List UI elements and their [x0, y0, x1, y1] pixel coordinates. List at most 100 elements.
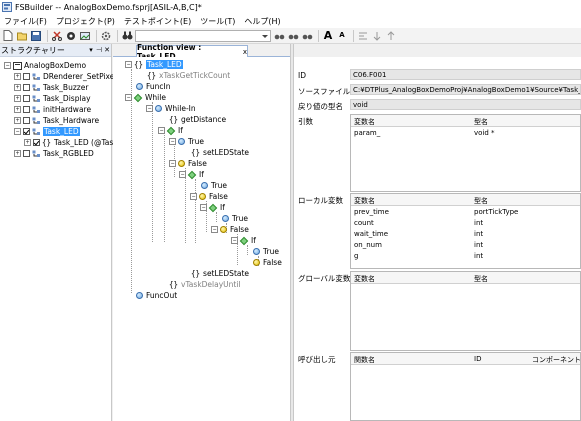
collapse-toggle-icon[interactable]: −: [14, 128, 21, 135]
menu-help[interactable]: ヘルプ(H): [244, 16, 280, 27]
id-field[interactable]: C06.F001: [350, 69, 581, 80]
collapse-icon[interactable]: [385, 30, 397, 42]
search-combo[interactable]: [135, 29, 271, 42]
fv-node-if-3[interactable]: − If: [200, 202, 225, 213]
callers-grid[interactable]: 関数名 ID コンポーネント: [350, 352, 581, 421]
checkbox[interactable]: [23, 106, 30, 113]
find-previous-icon[interactable]: [273, 30, 285, 42]
tree-item-task-rgbled[interactable]: + Task_RGBLED: [14, 148, 94, 159]
tree-item-task-led-child[interactable]: + {} Task_LED (@Task_: [24, 137, 121, 148]
settings-icon[interactable]: [100, 30, 112, 42]
pin-icon[interactable]: ⊣: [95, 46, 103, 54]
fv-node-true-1[interactable]: − True: [169, 136, 204, 147]
checkbox[interactable]: [23, 84, 30, 91]
fv-node-getdistance[interactable]: {} getDistance: [169, 114, 226, 125]
source-file-field[interactable]: C:¥DTPlus_AnalogBoxDemoProj¥AnalogBoxDem…: [350, 84, 581, 95]
collapse-toggle-icon[interactable]: −: [169, 138, 176, 145]
fv-node-false-4[interactable]: False: [253, 257, 282, 268]
local-variables-grid[interactable]: 変数名 型名 prev_time portTickType count int …: [350, 193, 581, 269]
collapse-toggle-icon[interactable]: −: [158, 127, 165, 134]
record-icon[interactable]: [65, 30, 77, 42]
return-type-field[interactable]: void: [350, 99, 581, 110]
tree-item-task-buzzer[interactable]: + Task_Buzzer: [14, 82, 88, 93]
tab-function-view[interactable]: Function view : Task_LED x: [136, 43, 248, 61]
save-icon[interactable]: [30, 30, 42, 42]
collapse-toggle-icon[interactable]: −: [169, 160, 176, 167]
expand-toggle-icon[interactable]: +: [14, 106, 21, 113]
fv-node-false-3[interactable]: − False: [211, 224, 249, 235]
expand-toggle-icon[interactable]: +: [24, 139, 31, 146]
image-icon[interactable]: [79, 30, 91, 42]
find-all-icon[interactable]: [301, 30, 313, 42]
fv-node-if-1[interactable]: − If: [158, 125, 183, 136]
tree-item-task-hardware[interactable]: + Task_Hardware: [14, 115, 99, 126]
expand-icon[interactable]: [371, 30, 383, 42]
menu-project[interactable]: プロジェクト(P): [56, 16, 115, 27]
collapse-toggle-icon[interactable]: −: [125, 61, 132, 68]
collapse-toggle-icon[interactable]: −: [211, 226, 218, 233]
table-row[interactable]: g int: [351, 250, 580, 261]
collapse-toggle-icon[interactable]: −: [179, 171, 186, 178]
arguments-grid[interactable]: 変数名 型名 param_ void *: [350, 114, 581, 192]
checkbox[interactable]: [23, 73, 30, 80]
expand-toggle-icon[interactable]: +: [14, 95, 21, 102]
font-larger-icon[interactable]: A: [322, 30, 334, 42]
fv-node-true-2[interactable]: True: [201, 180, 227, 191]
fv-node-true-4[interactable]: True: [253, 246, 279, 257]
checkbox-checked[interactable]: [23, 128, 30, 135]
fv-node-setledstate-2[interactable]: {} setLEDState: [191, 268, 249, 279]
tree-item-inithardware[interactable]: + initHardware: [14, 104, 91, 115]
collapse-toggle-icon[interactable]: −: [4, 62, 11, 69]
font-smaller-icon[interactable]: A: [336, 30, 348, 42]
expand-toggle-icon[interactable]: +: [14, 150, 21, 157]
expand-toggle-icon[interactable]: +: [14, 84, 21, 91]
checkbox[interactable]: [23, 95, 30, 102]
cut-icon[interactable]: [51, 30, 63, 42]
binoculars-icon[interactable]: [121, 30, 133, 42]
fv-node-false-2[interactable]: − False: [190, 191, 228, 202]
tab-close-icon[interactable]: x: [243, 48, 247, 56]
expand-toggle-icon[interactable]: +: [14, 117, 21, 124]
collapse-toggle-icon[interactable]: −: [200, 204, 207, 211]
tree-item-drenderer[interactable]: + DRenderer_SetPixel: [14, 71, 116, 82]
expand-toggle-icon[interactable]: +: [14, 73, 21, 80]
fv-node-false-1[interactable]: − False: [169, 158, 207, 169]
open-icon[interactable]: [16, 30, 28, 42]
checkbox[interactable]: [23, 117, 30, 124]
collapse-toggle-icon[interactable]: −: [190, 193, 197, 200]
collapse-toggle-icon[interactable]: −: [146, 105, 153, 112]
align-icon[interactable]: [357, 30, 369, 42]
fv-node-vtaskdelayuntil[interactable]: {} vTaskDelayUntil: [169, 279, 241, 290]
tree-item-task-display[interactable]: + Task_Display: [14, 93, 91, 104]
table-row[interactable]: prev_time portTickType: [351, 206, 580, 217]
fv-node-setledstate-1[interactable]: {} setLEDState: [191, 147, 249, 158]
table-row[interactable]: wait_time int: [351, 228, 580, 239]
menu-testpoint[interactable]: テストポイント(E): [124, 16, 191, 27]
close-icon[interactable]: ✕: [103, 46, 111, 54]
fv-node-xtaskgettickcount[interactable]: {} xTaskGetTickCount: [147, 70, 230, 81]
table-row[interactable]: count int: [351, 217, 580, 228]
checkbox-checked[interactable]: [33, 139, 40, 146]
fv-node-true-3[interactable]: True: [222, 213, 248, 224]
checkbox[interactable]: [23, 150, 30, 157]
find-next-icon[interactable]: [287, 30, 299, 42]
fv-node-funcout[interactable]: FuncOut: [136, 290, 177, 301]
global-variables-grid[interactable]: 変数名 型名: [350, 271, 581, 351]
fv-node-task-led[interactable]: − {} Task_LED: [125, 59, 183, 70]
menu-tools[interactable]: ツール(T): [200, 16, 235, 27]
panel-menu-icon[interactable]: ▾: [87, 46, 95, 54]
collapse-toggle-icon[interactable]: −: [125, 94, 132, 101]
grid-header: 変数名 型名: [351, 115, 580, 127]
fv-node-while-in[interactable]: − While-In: [146, 103, 196, 114]
fv-node-if-2[interactable]: − If: [179, 169, 204, 180]
fv-node-if-4[interactable]: − If: [231, 235, 256, 246]
table-row[interactable]: on_num int: [351, 239, 580, 250]
collapse-toggle-icon[interactable]: −: [231, 237, 238, 244]
menu-file[interactable]: ファイル(F): [4, 16, 47, 27]
new-icon[interactable]: [2, 30, 14, 42]
tree-root[interactable]: − AnalogBoxDemo: [4, 60, 86, 71]
table-row[interactable]: param_ void *: [351, 127, 580, 138]
fv-node-funcin[interactable]: FuncIn: [136, 81, 171, 92]
tree-item-task-led[interactable]: − Task_LED: [14, 126, 80, 137]
fv-node-while[interactable]: − While: [125, 92, 166, 103]
